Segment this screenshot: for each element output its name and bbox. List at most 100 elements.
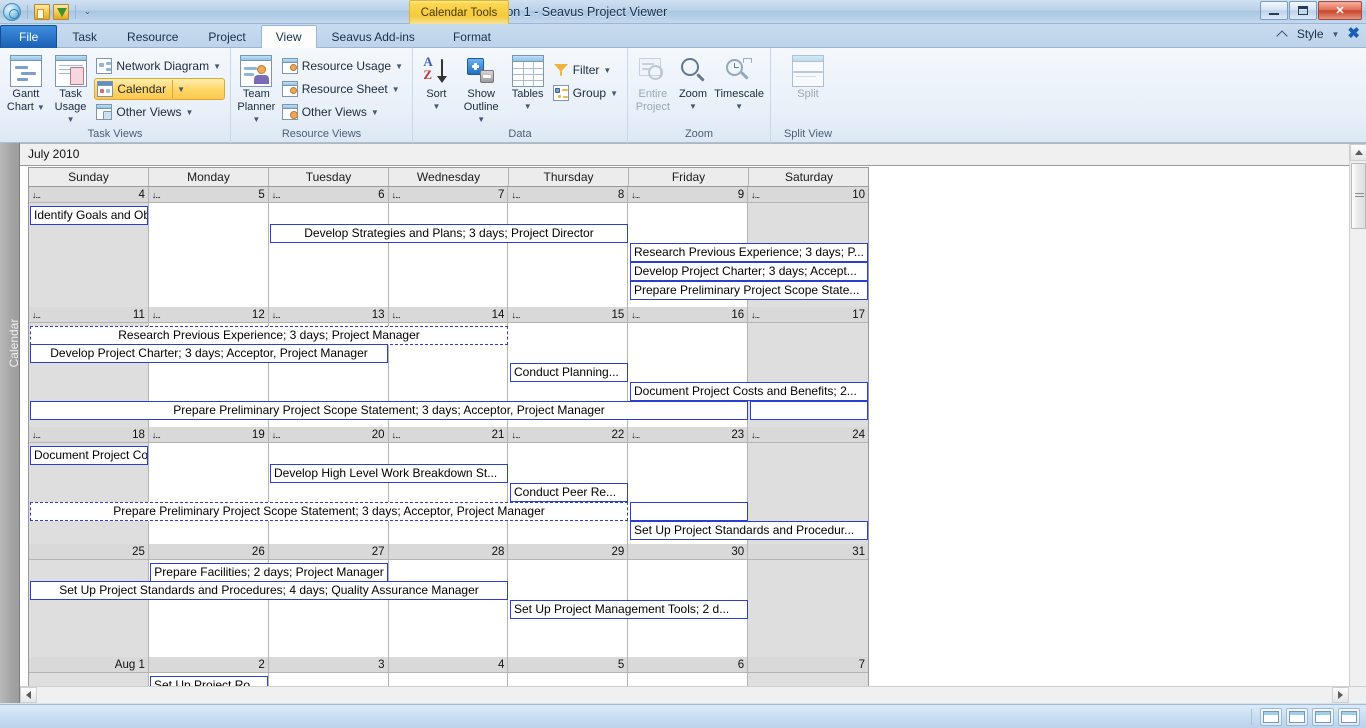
calendar-task-bar[interactable]: Develop Strategies and Plans; 3 days; Pr… [270,224,628,243]
overflow-indicator-icon[interactable]: ↓... [511,190,520,200]
day-cell[interactable]: ↓... 8 [508,187,629,307]
entire-project-button[interactable]: Entire Project [633,53,673,115]
chevron-down-icon[interactable]: ▼ [735,101,743,113]
day-cell[interactable]: ↓... 7 [388,187,509,307]
overflow-indicator-icon[interactable]: ↓... [751,430,760,440]
scroll-up-button[interactable] [1350,144,1366,161]
tab-task[interactable]: Task [57,25,112,48]
tab-file[interactable]: File [0,25,58,48]
split-button[interactable]: Split [778,53,838,102]
tab-project[interactable]: Project [193,25,260,48]
calendar-task-bar[interactable]: Prepare Preliminary Project Scope Statem… [30,502,628,521]
calendar-task-bar[interactable]: Set Up Project Standards and Procedur... [630,521,868,540]
team-planner-button[interactable]: Team Planner ▼ [236,53,277,128]
chevron-down-icon[interactable]: ▼ [524,101,532,113]
vertical-scrollbar[interactable] [1349,144,1366,703]
chevron-down-icon[interactable]: ▼ [432,101,440,113]
day-cell[interactable]: ↓... 20 [268,427,389,544]
chevron-down-icon[interactable]: ▼ [603,66,611,75]
overflow-indicator-icon[interactable]: ↓... [272,310,281,320]
gantt-chart-button[interactable]: Gantt Chart ▼ [5,53,47,116]
sort-button[interactable]: A Z Sort ▼ [418,53,455,115]
calendar-task-bar[interactable]: Research Previous Experience; 3 days; Pr… [30,326,508,345]
overflow-indicator-icon[interactable]: ↓... [272,430,281,440]
overflow-indicator-icon[interactable]: ↓... [631,190,640,200]
calendar-task-bar[interactable]: Conduct Peer Re... [510,483,628,502]
chevron-down-icon[interactable]: ▼ [252,115,260,124]
calendar-task-bar[interactable]: Set Up Project Management Tools; 2 d... [510,600,748,619]
day-cell[interactable]: ↓... 6 [268,187,389,307]
calendar-task-bar[interactable]: Conduct Planning... [510,363,628,382]
open-icon[interactable] [34,3,50,20]
day-cell[interactable]: 26 [148,544,269,657]
day-cell[interactable]: ↓... 18 [29,427,149,544]
calendar-task-bar[interactable]: Document Project Costs and Benefits; 2..… [30,446,148,465]
day-cell[interactable]: 28 [388,544,509,657]
overflow-indicator-icon[interactable]: ↓... [511,430,520,440]
chevron-down-icon[interactable]: ▼ [689,101,697,113]
chevron-down-icon[interactable]: ▼ [67,115,75,124]
show-outline-button[interactable]: Show Outline ▼ [458,53,505,128]
calendar-task-bar[interactable]: Prepare Preliminary Project Scope State.… [630,281,868,300]
overflow-indicator-icon[interactable]: ↓... [152,310,161,320]
tab-format[interactable]: Format [430,25,514,48]
overflow-indicator-icon[interactable]: ↓... [32,430,41,440]
chevron-down-icon[interactable]: ▼ [395,62,403,71]
timescale-button[interactable]: Timescale ▼ [713,53,765,115]
chevron-down-icon[interactable]: ▼ [186,108,194,117]
resource-usage-button[interactable]: Resource Usage ▼ [280,55,407,77]
chevron-down-icon[interactable]: ▼ [177,85,185,94]
task-usage-view-button[interactable] [1286,707,1308,726]
calendar-task-bar[interactable] [630,502,748,521]
chevron-down-icon[interactable]: ▼ [392,85,400,94]
calendar-button[interactable]: Calendar ▼ [94,78,225,100]
resource-sheet-view-button[interactable] [1338,707,1360,726]
tab-resource[interactable]: Resource [112,25,193,48]
filter-button[interactable]: Filter ▼ [551,59,622,81]
other-views-task-button[interactable]: Other Views ▼ [94,101,225,123]
group-button[interactable]: Group ▼ [551,82,622,104]
overflow-indicator-icon[interactable]: ↓... [392,430,401,440]
chevron-down-icon[interactable]: ▼ [1332,30,1340,39]
day-cell[interactable]: ↓... 19 [148,427,269,544]
team-planner-view-button[interactable] [1312,707,1334,726]
chevron-down-icon[interactable]: ▼ [371,108,379,117]
overflow-indicator-icon[interactable]: ↓... [751,190,760,200]
restore-button[interactable] [1289,1,1317,20]
overflow-indicator-icon[interactable]: ↓... [272,190,281,200]
close-document-icon[interactable]: ✖ [1347,26,1360,41]
overflow-indicator-icon[interactable]: ↓... [152,190,161,200]
task-usage-button[interactable]: Task Usage ▼ [50,53,92,128]
calendar-task-bar[interactable]: Develop Project Charter; 3 days; Accepto… [30,344,388,363]
chevron-down-icon[interactable]: ▼ [477,115,485,124]
customize-qat-icon[interactable]: ⌄ [82,6,93,17]
day-cell[interactable]: 25 [29,544,149,657]
day-cell[interactable]: ↓... 4 [29,187,149,307]
calendar-task-bar[interactable]: Develop High Level Work Breakdown St... [270,464,508,483]
minimize-ribbon-icon[interactable] [1277,28,1289,40]
chevron-down-icon[interactable]: ▼ [610,89,618,98]
calendar-task-bar[interactable]: Develop Project Charter; 3 days; Accept.… [630,262,868,281]
horizontal-scrollbar[interactable] [20,686,1366,703]
overflow-indicator-icon[interactable]: ↓... [751,310,760,320]
other-views-resource-button[interactable]: Other Views ▼ [280,101,407,123]
overflow-indicator-icon[interactable]: ↓... [511,310,520,320]
tab-view[interactable]: View [260,25,317,48]
day-cell[interactable]: ↓... 5 [148,187,269,307]
chevron-down-icon[interactable]: ▼ [213,62,221,71]
app-orb-icon[interactable] [3,2,21,21]
overflow-indicator-icon[interactable]: ↓... [32,190,41,200]
zoom-button[interactable]: Zoom ▼ [676,53,711,115]
network-diagram-button[interactable]: Network Diagram ▼ [94,55,225,77]
calendar-task-bar[interactable]: Prepare Preliminary Project Scope Statem… [30,401,748,420]
overflow-indicator-icon[interactable]: ↓... [392,190,401,200]
day-cell[interactable]: 31 [748,544,869,657]
calendar-task-bar[interactable]: Research Previous Experience; 3 days; P.… [630,243,868,262]
minimize-button[interactable] [1260,1,1288,20]
calendar-task-bar[interactable]: Prepare Facilities; 2 days; Project Mana… [150,563,388,582]
tables-button[interactable]: Tables ▼ [508,53,548,115]
save-icon[interactable] [53,3,69,20]
view-bar[interactable]: Calendar [0,143,21,703]
overflow-indicator-icon[interactable]: ↓... [631,430,640,440]
gantt-chart-view-button[interactable] [1260,707,1282,726]
